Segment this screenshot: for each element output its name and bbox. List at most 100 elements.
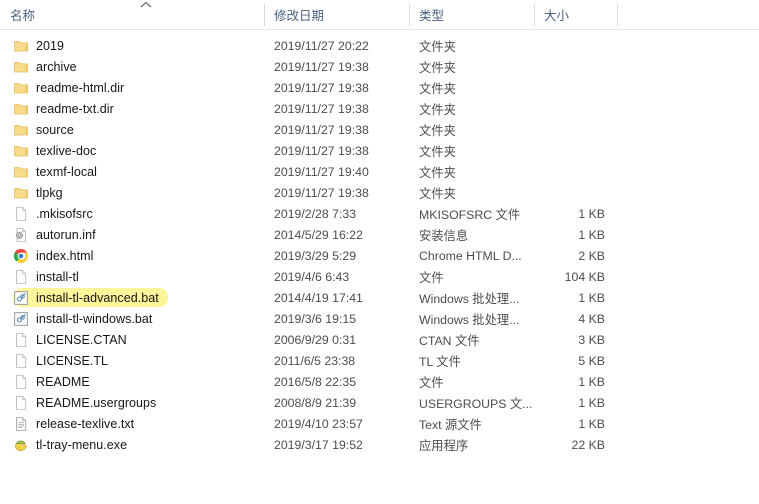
file-name-cell[interactable]: autorun.inf [0,225,264,244]
folder-icon [13,185,29,201]
file-name-pill[interactable]: LICENSE.CTAN [13,330,136,349]
file-name-pill[interactable]: autorun.inf [13,225,105,244]
file-size-cell: 5 KB [578,353,605,368]
file-name-cell[interactable]: LICENSE.TL [0,351,264,370]
file-name-cell[interactable]: README.usergroups [0,393,264,412]
file-size-cell: 1 KB [578,227,605,242]
file-name-pill[interactable]: LICENSE.TL [13,351,117,370]
column-header-date-modified[interactable]: 修改日期 [264,0,409,29]
file-name-cell[interactable]: install-tl-windows.bat [0,309,264,328]
file-name-pill[interactable]: README.usergroups [13,393,165,412]
file-name-cell[interactable]: tl-tray-menu.exe [0,435,264,454]
sort-ascending-icon [140,1,152,11]
file-row[interactable]: LICENSE.TL 2011/6/5 23:38 TL 文件 5 KB [0,350,759,371]
file-name-cell[interactable]: README [0,372,264,391]
file-name-cell[interactable]: texmf-local [0,162,264,181]
file-type-cell: 文件夹 [419,165,456,180]
file-size-cell: 22 KB [571,437,606,452]
file-name-cell[interactable]: LICENSE.CTAN [0,330,264,349]
file-name-pill[interactable]: texmf-local [13,162,106,181]
file-row[interactable]: archive 2019/11/27 19:38 文件夹 [0,56,759,77]
file-name-cell[interactable]: .mkisofsrc [0,204,264,223]
file-date-cell: 2019/11/27 19:38 [274,101,369,116]
file-name-cell[interactable]: texlive-doc [0,141,264,160]
file-name-pill[interactable]: source [13,120,83,139]
file-name-cell[interactable]: install-tl-advanced.bat [0,288,264,307]
file-row[interactable]: source 2019/11/27 19:38 文件夹 [0,119,759,140]
file-date-cell: 2019/2/28 7:33 [274,206,357,221]
file-row[interactable]: readme-txt.dir 2019/11/27 19:38 文件夹 [0,98,759,119]
file-name-pill[interactable]: archive [13,57,86,76]
file-row[interactable]: tlpkg 2019/11/27 19:38 文件夹 [0,182,759,203]
file-date-cell: 2019/3/17 19:52 [274,437,363,452]
file-name-pill[interactable]: index.html [13,246,102,265]
file-name-label: readme-html.dir [36,80,125,95]
file-size-cell: 1 KB [578,374,605,389]
file-name-pill[interactable]: 2019 [13,36,73,55]
file-name-cell[interactable]: readme-txt.dir [0,99,264,118]
column-header-size[interactable]: 大小 [534,0,617,29]
file-row[interactable]: README.usergroups 2008/8/9 21:39 USERGROUP… [0,392,759,413]
file-row[interactable]: install-tl-windows.bat 2019/3/6 19:15 Wind… [0,308,759,329]
file-date-cell: 2019/11/27 19:38 [274,59,369,74]
file-name-pill[interactable]: install-tl-windows.bat [13,309,161,328]
file-type-cell: Windows 批处理... [419,291,520,306]
file-name-cell[interactable]: 2019 [0,36,264,55]
file-name-label: .mkisofsrc [36,206,93,221]
file-name-label: texmf-local [36,164,97,179]
file-name-label: tl-tray-menu.exe [36,437,128,452]
file-name-pill[interactable]: texlive-doc [13,141,105,160]
file-size-cell: 104 KB [564,269,605,284]
file-type-cell: 文件夹 [419,102,456,117]
file-date-cell: 2019/11/27 20:22 [274,38,369,53]
file-type-cell: 文件夹 [419,81,456,96]
file-list[interactable]: 2019 2019/11/27 20:22 文件夹 archive 2019/11/27… [0,30,759,455]
file-name-pill[interactable]: readme-txt.dir [13,99,123,118]
file-row[interactable]: install-tl 2019/4/6 6:43 文件 104 KB [0,266,759,287]
column-header-type[interactable]: 类型 [409,0,534,29]
file-row[interactable]: install-tl-advanced.bat 2014/4/19 17:41 Wi… [0,287,759,308]
file-row[interactable]: 2019 2019/11/27 20:22 文件夹 [0,35,759,56]
file-name-label: texlive-doc [36,143,97,158]
file-row[interactable]: release-texlive.txt 2019/4/10 23:57 Text 源… [0,413,759,434]
blank-file-icon [13,374,29,390]
file-row[interactable]: LICENSE.CTAN 2006/9/29 0:31 CTAN 文件 3 KB [0,329,759,350]
column-header-row: 名称 修改日期 类型 大小 [0,0,759,30]
file-name-pill[interactable]: readme-html.dir [13,78,133,97]
file-date-cell: 2019/3/29 5:29 [274,248,357,263]
file-name-pill[interactable]: install-tl [13,267,88,286]
file-name-cell[interactable]: index.html [0,246,264,265]
folder-icon [13,143,29,159]
file-size-cell: 1 KB [578,416,605,431]
file-name-pill[interactable]: .mkisofsrc [13,204,102,223]
file-name-cell[interactable]: install-tl [0,267,264,286]
blank-file-icon [13,353,29,369]
file-name-label: README [36,374,90,389]
file-name-cell[interactable]: readme-html.dir [0,78,264,97]
file-row[interactable]: README 2016/5/8 22:35 文件 1 KB [0,371,759,392]
file-date-cell: 2014/5/29 16:22 [274,227,363,242]
file-row[interactable]: .mkisofsrc 2019/2/28 7:33 MKISOFSRC 文件 1 KB [0,203,759,224]
file-name-label: 2019 [36,38,65,53]
file-name-label: autorun.inf [36,227,96,242]
file-type-cell: 文件夹 [419,186,456,201]
file-name-pill[interactable]: README [13,372,99,391]
column-header-size-label: 大小 [544,9,570,23]
file-row[interactable]: readme-html.dir 2019/11/27 19:38 文件夹 [0,77,759,98]
file-row[interactable]: index.html 2019/3/29 5:29 Chrome HTML D...… [0,245,759,266]
file-size-cell: 1 KB [578,290,605,305]
file-name-pill[interactable]: tlpkg [13,183,72,202]
file-row[interactable]: texlive-doc 2019/11/27 19:38 文件夹 [0,140,759,161]
file-name-cell[interactable]: archive [0,57,264,76]
file-name-pill[interactable]: tl-tray-menu.exe [13,435,136,454]
file-name-cell[interactable]: tlpkg [0,183,264,202]
file-row[interactable]: texmf-local 2019/11/27 19:40 文件夹 [0,161,759,182]
file-name-cell[interactable]: release-texlive.txt [0,414,264,433]
file-row[interactable]: autorun.inf 2014/5/29 16:22 安装信息 1 KB [0,224,759,245]
file-row[interactable]: tl-tray-menu.exe 2019/3/17 19:52 应用程序 22 KB [0,434,759,455]
file-name-cell[interactable]: source [0,120,264,139]
file-date-cell: 2019/11/27 19:38 [274,80,369,95]
file-name-pill[interactable]: install-tl-advanced.bat [13,288,168,307]
column-header-name[interactable]: 名称 [0,0,264,29]
file-name-pill[interactable]: release-texlive.txt [13,414,143,433]
